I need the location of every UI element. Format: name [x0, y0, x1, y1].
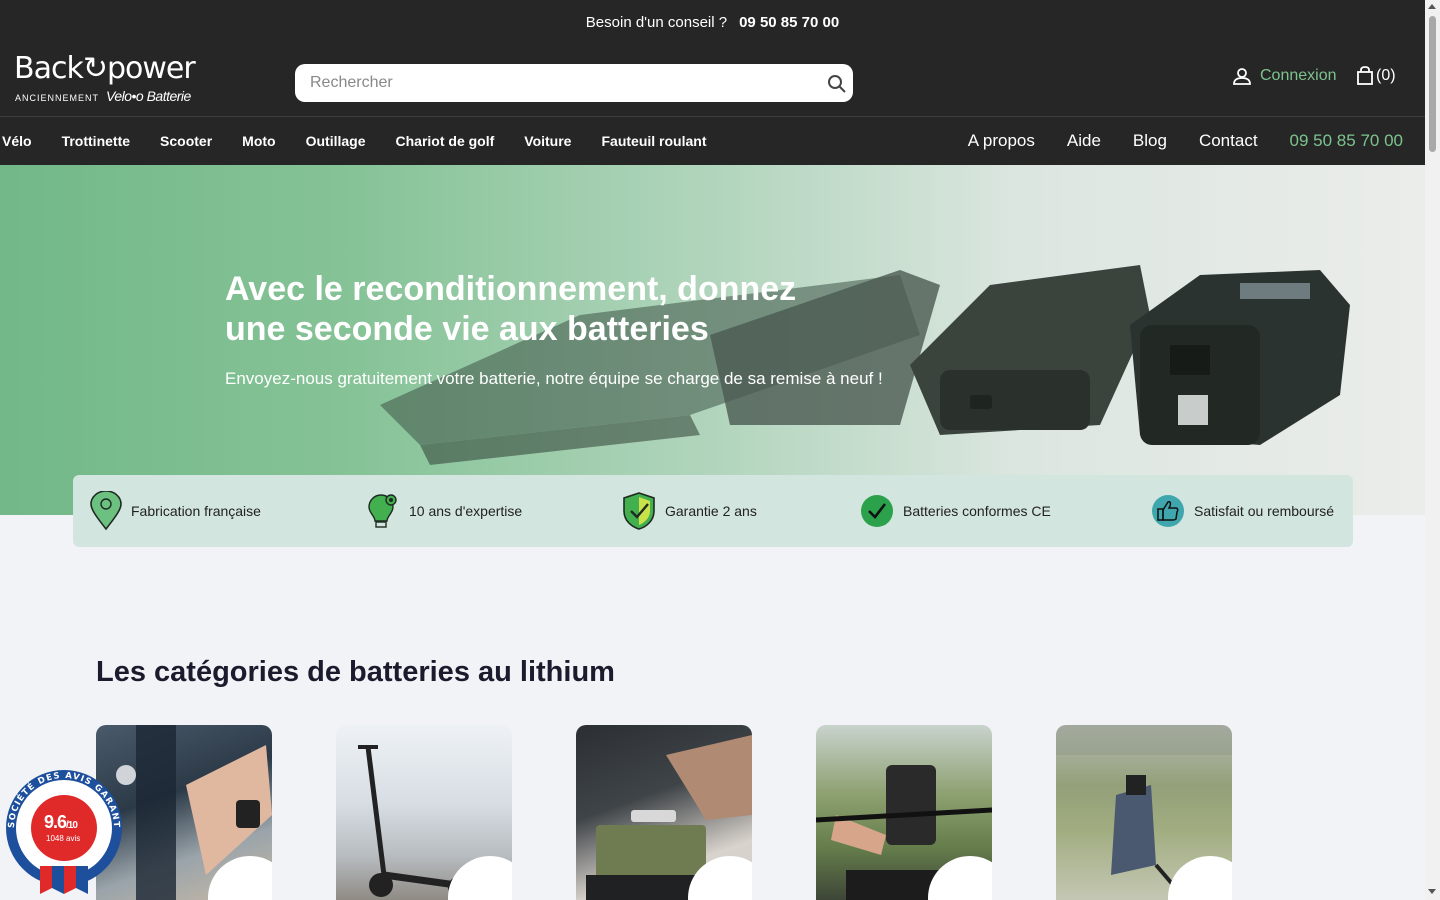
- search-icon[interactable]: [827, 74, 847, 94]
- category-menu: Vélo Trottinette Scooter Moto Outillage …: [2, 117, 706, 165]
- nav-item-trottinette[interactable]: Trottinette: [62, 133, 130, 149]
- category-card-outillage[interactable]: [576, 725, 752, 900]
- scroll-down-arrow-icon[interactable]: [1428, 889, 1436, 894]
- hero-subtitle: Envoyez-nous gratuitement votre batterie…: [225, 369, 883, 388]
- nav-item-fauteuil-roulant[interactable]: Fauteuil roulant: [601, 133, 706, 149]
- category-card-moto[interactable]: [816, 725, 992, 900]
- feature-label: Satisfait ou remboursé: [1194, 503, 1335, 519]
- search-bar: [295, 64, 853, 102]
- reviews-badge[interactable]: SOCIÉTÉ DES AVIS GARANTIS 9.6/10 1048 av…: [0, 759, 126, 900]
- site-logo[interactable]: Back↻power ANCIENNEMENT Velo•o Batterie: [14, 52, 214, 112]
- features-bar: Fabrication française 10 ans d'expertise…: [73, 475, 1353, 547]
- secondary-menu: A propos Aide Blog Contact 09 50 85 70 0…: [968, 117, 1403, 165]
- feature-label: 10 ans d'expertise: [409, 503, 523, 519]
- feature-label: Batteries conformes CE: [903, 503, 1051, 519]
- nav-item-velo[interactable]: Vélo: [2, 133, 32, 149]
- top-phone-link[interactable]: 09 50 85 70 00: [739, 14, 839, 31]
- badge-count: 1048 avis: [46, 834, 81, 843]
- feature-fabrication: Fabrication française: [89, 475, 261, 547]
- logo-anciennement: ANCIENNEMENT: [15, 93, 100, 103]
- user-icon: [1233, 68, 1251, 85]
- feature-expertise: 10 ans d'expertise: [365, 475, 522, 547]
- nav-item-a-propos[interactable]: A propos: [968, 131, 1035, 151]
- badge-out-of: /10: [66, 820, 78, 831]
- nav-item-blog[interactable]: Blog: [1133, 131, 1167, 151]
- avis-garantis-seal: SOCIÉTÉ DES AVIS GARANTIS: [0, 759, 122, 894]
- logo-wordmark: Back↻power: [14, 51, 196, 86]
- cart-count: (0): [1376, 67, 1396, 84]
- main-nav: Vélo Trottinette Scooter Moto Outillage …: [0, 117, 1425, 165]
- search-input[interactable]: [310, 74, 810, 92]
- logo-velobatterie: Velo•o Batterie: [106, 88, 191, 104]
- cart-link[interactable]: (0): [1356, 66, 1396, 86]
- site-header: Back↻power ANCIENNEMENT Velo•o Batterie …: [0, 44, 1425, 117]
- account-label: Connexion: [1260, 67, 1337, 84]
- hero-banner: Avec le reconditionnement, donnez une se…: [0, 165, 1425, 515]
- categories-title: Les catégories de batteries au lithium: [96, 656, 615, 688]
- lightbulb-gear-icon: [368, 494, 397, 528]
- scroll-thumb[interactable]: [1429, 16, 1436, 152]
- feature-label: Garantie 2 ans: [665, 503, 757, 519]
- nav-item-chariot-de-golf[interactable]: Chariot de golf: [396, 133, 495, 149]
- feature-garantie: Garantie 2 ans: [621, 475, 757, 547]
- nav-item-outillage[interactable]: Outillage: [306, 133, 366, 149]
- scroll-up-arrow-icon[interactable]: [1428, 4, 1436, 9]
- category-card-golf[interactable]: [1056, 725, 1232, 900]
- category-card-trottinette[interactable]: [336, 725, 512, 900]
- shield-check-icon: [623, 492, 655, 530]
- nav-item-aide[interactable]: Aide: [1067, 131, 1101, 151]
- badge-score-value: 9.6: [44, 812, 67, 832]
- map-pin-icon: [90, 491, 122, 531]
- account-link[interactable]: Connexion: [1232, 66, 1337, 86]
- page-scrollbar[interactable]: [1425, 0, 1440, 900]
- thumbs-up-icon: [1152, 495, 1184, 527]
- feature-satisfait: Satisfait ou remboursé: [1150, 475, 1334, 547]
- nav-item-voiture[interactable]: Voiture: [524, 133, 571, 149]
- badge-score: 9.6/10: [44, 812, 78, 833]
- top-announcement-bar: Besoin d'un conseil ? 09 50 85 70 00: [0, 0, 1425, 44]
- hero-title: Avec le reconditionnement, donnez une se…: [225, 270, 797, 348]
- feature-ce: Batteries conformes CE: [859, 475, 1051, 547]
- check-circle-icon: [861, 495, 893, 527]
- advice-text: Besoin d'un conseil ?: [585, 13, 728, 31]
- nav-item-contact[interactable]: Contact: [1199, 131, 1258, 151]
- nav-item-scooter[interactable]: Scooter: [160, 133, 212, 149]
- feature-label: Fabrication française: [131, 503, 261, 519]
- shopping-bag-icon: [1357, 66, 1373, 85]
- nav-item-moto[interactable]: Moto: [242, 133, 275, 149]
- nav-phone-link[interactable]: 09 50 85 70 00: [1290, 131, 1403, 151]
